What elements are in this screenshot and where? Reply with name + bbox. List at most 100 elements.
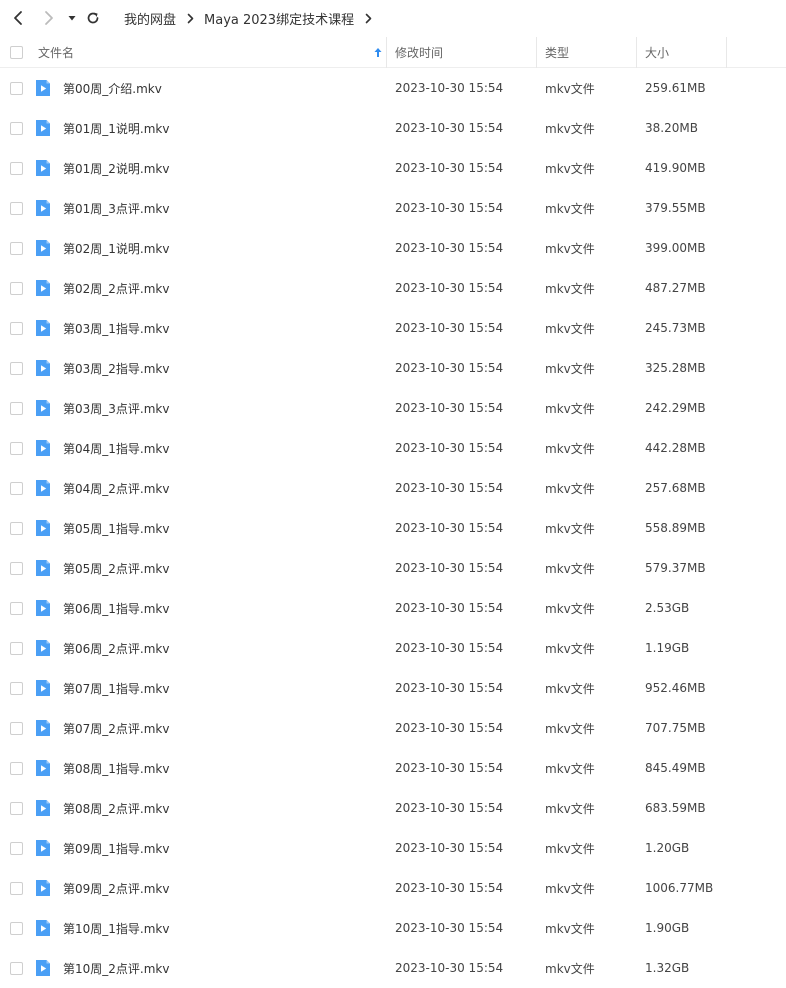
row-checkbox[interactable] [10,562,23,575]
row-checkbox[interactable] [10,602,23,615]
file-modified-time: 2023-10-30 15:54 [395,601,504,615]
column-header-modified[interactable]: 修改时间 [395,37,535,68]
file-row[interactable]: 第05周_2点评.mkv 2023-10-30 15:54 mkv文件 579.37M… [0,548,786,588]
row-checkbox[interactable] [10,842,23,855]
file-name[interactable]: 第04周_1指导.mkv [63,428,169,468]
row-checkbox[interactable] [10,162,23,175]
row-checkbox[interactable] [10,282,23,295]
row-checkbox[interactable] [10,722,23,735]
file-row[interactable]: 第08周_2点评.mkv 2023-10-30 15:54 mkv文件 683.59M… [0,788,786,828]
file-type: mkv文件 [545,321,595,336]
breadcrumb-item-root[interactable]: 我的网盘 [124,9,176,28]
file-row[interactable]: 第09周_2点评.mkv 2023-10-30 15:54 mkv文件 1006.77… [0,868,786,908]
column-header-type[interactable]: 类型 [545,37,635,68]
file-name[interactable]: 第06周_2点评.mkv [63,628,169,668]
file-modified-time: 2023-10-30 15:54 [395,841,504,855]
column-header-name[interactable]: 文件名 [38,37,386,68]
file-row[interactable]: 第01周_3点评.mkv 2023-10-30 15:54 mkv文件 379.55M… [0,188,786,228]
file-modified-time: 2023-10-30 15:54 [395,721,504,735]
file-type: mkv文件 [545,241,595,256]
column-divider[interactable] [536,37,537,68]
row-checkbox[interactable] [10,802,23,815]
row-checkbox[interactable] [10,242,23,255]
row-checkbox[interactable] [10,82,23,95]
video-file-icon [36,160,50,176]
file-row[interactable]: 第05周_1指导.mkv 2023-10-30 15:54 mkv文件 558.89M… [0,508,786,548]
file-row[interactable]: 第00周_介绍.mkv 2023-10-30 15:54 mkv文件 259.61MB [0,68,786,108]
file-name[interactable]: 第05周_1指导.mkv [63,508,169,548]
file-row[interactable]: 第07周_2点评.mkv 2023-10-30 15:54 mkv文件 707.75M… [0,708,786,748]
file-row[interactable]: 第02周_2点评.mkv 2023-10-30 15:54 mkv文件 487.27M… [0,268,786,308]
file-row[interactable]: 第04周_1指导.mkv 2023-10-30 15:54 mkv文件 442.28M… [0,428,786,468]
file-type: mkv文件 [545,441,595,456]
column-divider[interactable] [726,37,727,68]
row-checkbox[interactable] [10,402,23,415]
row-checkbox[interactable] [10,922,23,935]
file-row[interactable]: 第10周_1指导.mkv 2023-10-30 15:54 mkv文件 1.90GB [0,908,786,948]
file-modified-time: 2023-10-30 15:54 [395,361,504,375]
file-row[interactable]: 第02周_1说明.mkv 2023-10-30 15:54 mkv文件 399.00M… [0,228,786,268]
row-checkbox[interactable] [10,682,23,695]
file-row[interactable]: 第10周_2点评.mkv 2023-10-30 15:54 mkv文件 1.32GB [0,948,786,988]
file-name[interactable]: 第04周_2点评.mkv [63,468,169,508]
row-checkbox[interactable] [10,522,23,535]
row-checkbox[interactable] [10,482,23,495]
file-row[interactable]: 第08周_1指导.mkv 2023-10-30 15:54 mkv文件 845.49M… [0,748,786,788]
file-name[interactable]: 第03周_2指导.mkv [63,348,169,388]
file-row[interactable]: 第03周_1指导.mkv 2023-10-30 15:54 mkv文件 245.73M… [0,308,786,348]
file-name[interactable]: 第01周_2说明.mkv [63,148,169,188]
column-divider[interactable] [636,37,637,68]
file-name[interactable]: 第02周_2点评.mkv [63,268,169,308]
video-file-icon [36,600,50,616]
file-row[interactable]: 第09周_1指导.mkv 2023-10-30 15:54 mkv文件 1.20GB [0,828,786,868]
row-checkbox[interactable] [10,122,23,135]
back-button[interactable] [6,6,30,30]
file-name[interactable]: 第09周_2点评.mkv [63,868,169,908]
row-checkbox[interactable] [10,202,23,215]
file-name[interactable]: 第07周_2点评.mkv [63,708,169,748]
file-name[interactable]: 第08周_1指导.mkv [63,748,169,788]
row-checkbox[interactable] [10,762,23,775]
file-type: mkv文件 [545,361,595,376]
file-size: 683.59MB [645,801,706,815]
file-name[interactable]: 第07周_1指导.mkv [63,668,169,708]
file-row[interactable]: 第04周_2点评.mkv 2023-10-30 15:54 mkv文件 257.68M… [0,468,786,508]
file-name[interactable]: 第05周_2点评.mkv [63,548,169,588]
file-row[interactable]: 第03周_3点评.mkv 2023-10-30 15:54 mkv文件 242.29M… [0,388,786,428]
row-checkbox[interactable] [10,882,23,895]
file-name[interactable]: 第09周_1指导.mkv [63,828,169,868]
column-divider[interactable] [386,37,387,68]
file-row[interactable]: 第06周_1指导.mkv 2023-10-30 15:54 mkv文件 2.53GB [0,588,786,628]
file-name[interactable]: 第03周_3点评.mkv [63,388,169,428]
file-row[interactable]: 第06周_2点评.mkv 2023-10-30 15:54 mkv文件 1.19GB [0,628,786,668]
file-row[interactable]: 第01周_1说明.mkv 2023-10-30 15:54 mkv文件 38.20MB [0,108,786,148]
breadcrumb-item-current[interactable]: Maya 2023绑定技术课程 [204,9,354,28]
file-name[interactable]: 第02周_1说明.mkv [63,228,169,268]
file-name[interactable]: 第01周_1说明.mkv [63,108,169,148]
file-row[interactable]: 第03周_2指导.mkv 2023-10-30 15:54 mkv文件 325.28M… [0,348,786,388]
file-size: 1.32GB [645,961,690,975]
row-checkbox[interactable] [10,362,23,375]
row-checkbox[interactable] [10,962,23,975]
file-modified-time: 2023-10-30 15:54 [395,321,504,335]
video-file-icon [36,360,50,376]
file-name[interactable]: 第08周_2点评.mkv [63,788,169,828]
file-name[interactable]: 第01周_3点评.mkv [63,188,169,228]
file-name[interactable]: 第10周_2点评.mkv [63,948,169,988]
column-header-size[interactable]: 大小 [645,37,725,68]
forward-button[interactable] [37,6,61,30]
file-name[interactable]: 第03周_1指导.mkv [63,308,169,348]
select-all-checkbox[interactable] [10,46,23,59]
file-size: 38.20MB [645,121,698,135]
file-name[interactable]: 第06周_1指导.mkv [63,588,169,628]
row-checkbox[interactable] [10,442,23,455]
file-type: mkv文件 [545,401,595,416]
file-row[interactable]: 第07周_1指导.mkv 2023-10-30 15:54 mkv文件 952.46M… [0,668,786,708]
file-name[interactable]: 第10周_1指导.mkv [63,908,169,948]
row-checkbox[interactable] [10,642,23,655]
file-name[interactable]: 第00周_介绍.mkv [63,68,162,108]
column-header-modified-label: 修改时间 [395,46,444,60]
row-checkbox[interactable] [10,322,23,335]
file-row[interactable]: 第01周_2说明.mkv 2023-10-30 15:54 mkv文件 419.90M… [0,148,786,188]
refresh-button[interactable] [81,6,105,30]
